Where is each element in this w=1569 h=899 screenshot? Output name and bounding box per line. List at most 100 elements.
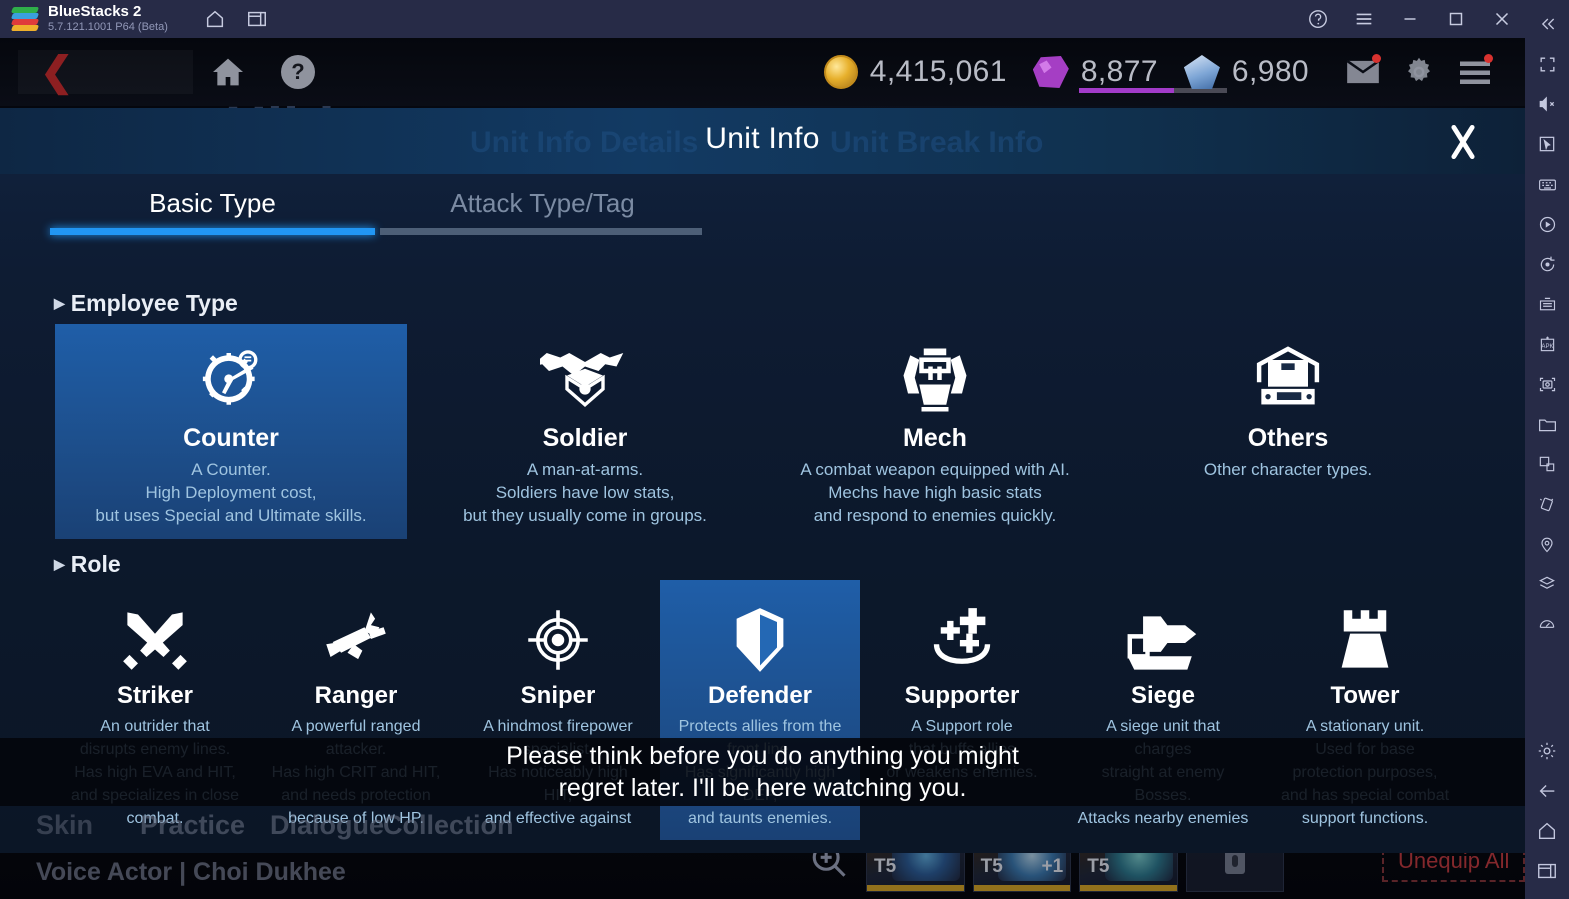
blue-diamond-icon xyxy=(1183,55,1220,89)
menu-badge xyxy=(1484,54,1493,63)
equipment-tier: T5 xyxy=(874,856,897,877)
mail-badge xyxy=(1372,54,1381,63)
card-desc: A combat weapon equipped with AI. Mechs … xyxy=(800,460,1070,525)
recent-apps-icon[interactable] xyxy=(1525,851,1569,891)
tab-basic-type[interactable]: Basic Type xyxy=(50,188,375,219)
siege-tank-icon xyxy=(1063,600,1263,674)
card-counter[interactable]: Counter A Counter. High Deployment cost,… xyxy=(55,324,407,539)
window-controls xyxy=(1295,0,1525,38)
card-mech[interactable]: Mech A combat weapon equipped with AI. M… xyxy=(765,324,1105,527)
back-button[interactable]: ❮ xyxy=(18,50,193,94)
backdrop-nav-practice[interactable]: Practice xyxy=(140,810,245,841)
section-label-employee-type: ▶ Employee Type xyxy=(54,290,238,316)
gold-value: 4,415,061 xyxy=(869,55,1007,88)
android-home-icon[interactable] xyxy=(1525,811,1569,851)
back-arrow-icon[interactable] xyxy=(1525,771,1569,811)
app-version: 5.7.121.1001 P64 (Beta) xyxy=(48,21,168,33)
backdrop-nav-collection[interactable]: Collection xyxy=(383,810,514,841)
card-others[interactable]: Others Other character types. xyxy=(1118,324,1458,481)
card-name: Ranger xyxy=(314,682,398,709)
performance-meter-icon[interactable] xyxy=(1525,604,1569,644)
settings-gear-icon[interactable] xyxy=(1525,731,1569,771)
currency-crystal[interactable]: 8,877 xyxy=(1032,55,1227,93)
modal-header: Unit Info Details Unit Break Info Unit I… xyxy=(0,108,1525,174)
backdrop-nav-dialogue[interactable]: Dialogue xyxy=(270,810,384,841)
home-icon[interactable] xyxy=(198,2,232,36)
game-menu-button[interactable] xyxy=(1447,50,1503,94)
equipment-tier: T5 xyxy=(980,856,1003,877)
purple-crystal-icon xyxy=(1032,56,1069,88)
shake-icon[interactable] xyxy=(1525,484,1569,524)
maximize-icon[interactable] xyxy=(1433,2,1479,36)
card-name: Siege xyxy=(1130,682,1196,709)
toast-message: Please think before you do anything you … xyxy=(506,742,1019,802)
svg-text:APK: APK xyxy=(1541,343,1553,350)
currency-gold[interactable]: 4,415,061 xyxy=(823,55,1007,89)
keyboard-controls-icon[interactable] xyxy=(1525,164,1569,204)
shield-icon xyxy=(660,600,860,674)
screenshot-icon[interactable] xyxy=(1525,364,1569,404)
install-apk-icon[interactable]: APK xyxy=(1525,324,1569,364)
soldier-crest-icon xyxy=(415,342,755,416)
card-soldier[interactable]: Soldier A man-at-arms. Soldiers have low… xyxy=(415,324,755,527)
chevron-right-icon: ▶ xyxy=(54,556,65,572)
mail-button[interactable] xyxy=(1335,50,1391,94)
card-desc: Other character types. xyxy=(1203,460,1373,479)
bluestacks-logo-icon xyxy=(10,6,40,32)
equipment-rarity-bar xyxy=(867,885,964,891)
cursor-pointer-icon[interactable] xyxy=(1525,124,1569,164)
card-name: Sniper xyxy=(520,682,596,709)
card-name: Soldier xyxy=(542,424,628,452)
macro-play-icon[interactable] xyxy=(1525,204,1569,244)
multi-instance-manager-icon[interactable] xyxy=(1525,284,1569,324)
rifle-icon xyxy=(256,600,456,674)
mute-icon[interactable] xyxy=(1525,84,1569,124)
layers-icon[interactable] xyxy=(1525,564,1569,604)
crystal-value: 8,877 xyxy=(1080,55,1158,88)
card-desc: A Counter. High Deployment cost, but use… xyxy=(95,460,367,525)
tab-attack-type-tag-indicator xyxy=(380,228,702,235)
media-folder-icon[interactable] xyxy=(1525,404,1569,444)
card-name: Supporter xyxy=(904,682,1020,709)
section-label-role: ▶ Role xyxy=(54,551,121,577)
fullscreen-icon[interactable] xyxy=(1525,44,1569,84)
modal-tabs: Basic Type Attack Type/Tag xyxy=(0,174,1525,235)
backdrop-nav-skin[interactable]: Skin xyxy=(36,810,93,841)
tab-attack-type-tag[interactable]: Attack Type/Tag xyxy=(380,188,705,219)
game-settings-button[interactable] xyxy=(1391,50,1447,94)
game-home-icon xyxy=(208,52,248,92)
minimize-icon[interactable] xyxy=(1387,2,1433,36)
gold-coin-icon xyxy=(823,55,858,89)
equipment-rarity-bar xyxy=(973,885,1071,891)
counter-gear-icon xyxy=(55,342,407,416)
equipment-enhance: +1 xyxy=(1041,856,1064,877)
chevron-right-icon: ▶ xyxy=(54,295,65,311)
currency-diamond[interactable]: 6,980 xyxy=(1183,55,1309,89)
rotate-icon[interactable] xyxy=(1525,244,1569,284)
tab-basic-type-indicator xyxy=(50,228,375,235)
close-icon[interactable] xyxy=(1479,2,1525,36)
bluestacks-sidebar: APK xyxy=(1525,0,1569,899)
card-name: Mech xyxy=(903,424,967,452)
help-icon[interactable] xyxy=(1295,2,1341,36)
toast-overlay: Please think before you do anything you … xyxy=(0,738,1525,806)
crossed-swords-icon xyxy=(55,600,255,674)
multi-instance-icon[interactable] xyxy=(240,2,274,36)
close-x-icon[interactable] xyxy=(1441,120,1485,164)
collapse-chevrons-icon[interactable] xyxy=(1525,4,1569,44)
crosshair-icon xyxy=(458,600,658,674)
card-name: Striker xyxy=(116,682,194,709)
resize-window-icon[interactable] xyxy=(1525,444,1569,484)
game-help-button[interactable]: ? xyxy=(263,50,333,94)
app-identity: BlueStacks 2 5.7.121.1001 P64 (Beta) xyxy=(48,4,168,34)
game-viewport: SSR 6 Hilde Unlimited 99999 2617 900 677… xyxy=(0,38,1525,899)
app-root: BlueStacks 2 5.7.121.1001 P64 (Beta) APK… xyxy=(0,0,1569,899)
diamond-value: 6,980 xyxy=(1231,55,1309,88)
card-name: Counter xyxy=(183,424,279,452)
game-home-button[interactable] xyxy=(193,50,263,94)
card-name: Tower xyxy=(1330,682,1400,709)
hamburger-menu-icon[interactable] xyxy=(1341,2,1387,36)
game-top-hud: ❮ ? 4,415,061 8,877 6,980 xyxy=(0,38,1525,106)
location-pin-icon[interactable] xyxy=(1525,524,1569,564)
card-desc: A man-at-arms. Soldiers have low stats, … xyxy=(463,460,707,525)
